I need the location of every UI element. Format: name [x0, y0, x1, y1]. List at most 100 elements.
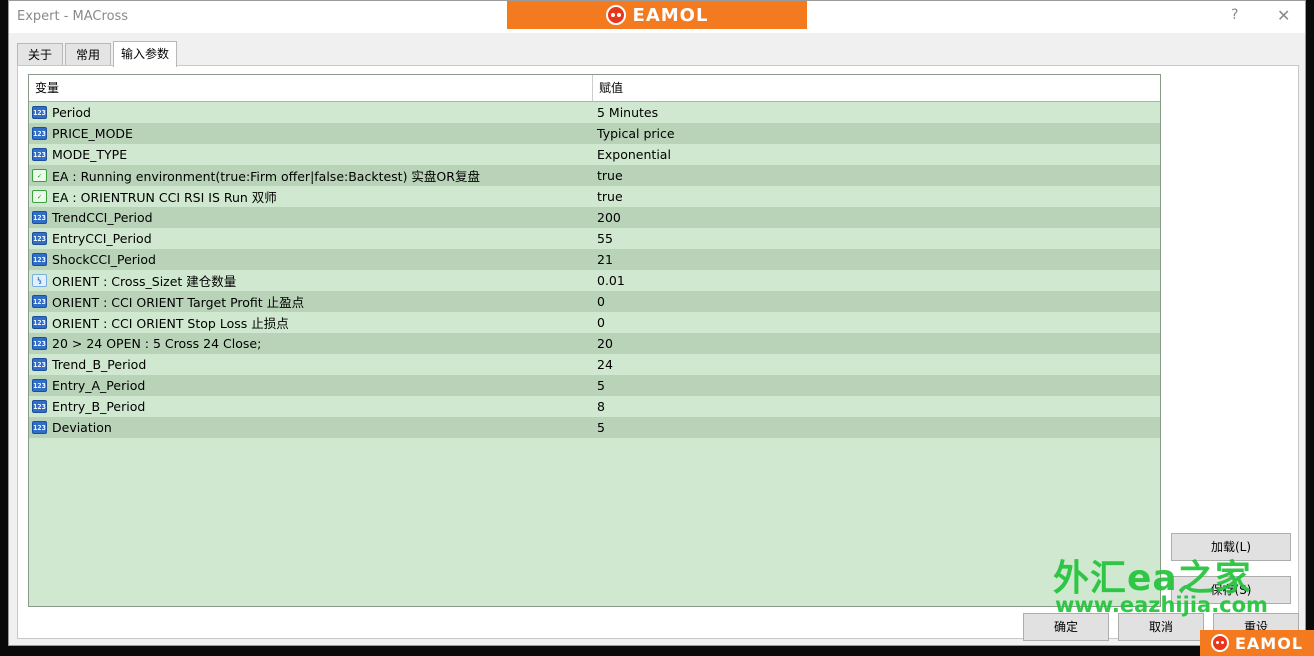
- parameter-row[interactable]: 123 EntryCCI_Period 55: [29, 228, 1160, 249]
- parameter-name-cell: 123 EntryCCI_Period: [29, 231, 593, 246]
- parameter-name-cell: 123 Period: [29, 105, 593, 120]
- parameter-name-cell: 123 Entry_B_Period: [29, 399, 593, 414]
- parameter-value[interactable]: Typical price: [593, 126, 1160, 141]
- parameter-name: ORIENT : Cross_Sizet 建仓数量: [52, 274, 237, 289]
- parameter-name: Deviation: [52, 420, 112, 435]
- double-type-icon: ½: [32, 274, 47, 287]
- parameter-value[interactable]: 0: [593, 315, 1160, 330]
- ok-button[interactable]: 确定: [1023, 613, 1109, 641]
- parameter-name-cell: 123 Deviation: [29, 420, 593, 435]
- int-type-icon: 123: [32, 400, 47, 413]
- parameter-value[interactable]: 55: [593, 231, 1160, 246]
- brand-text: EAMOL: [632, 4, 709, 26]
- parameter-value[interactable]: 20: [593, 336, 1160, 351]
- int-type-icon: 123: [32, 358, 47, 371]
- title-bar: Expert - MACross EAMOL ? ✕: [9, 1, 1305, 33]
- window-title: Expert - MACross: [17, 9, 129, 24]
- parameter-row[interactable]: 123 20 > 24 OPEN : 5 Cross 24 Close; 20: [29, 333, 1160, 354]
- parameter-value[interactable]: 0: [593, 294, 1160, 309]
- parameter-name: Entry_B_Period: [52, 399, 146, 414]
- int-type-icon: 123: [32, 421, 47, 434]
- brand-corner-badge: EAMOL: [1200, 630, 1314, 656]
- parameter-name-cell: ½ ORIENT : Cross_Sizet 建仓数量: [29, 271, 593, 290]
- parameter-name-cell: 123 TrendCCI_Period: [29, 210, 593, 225]
- int-type-icon: 123: [32, 106, 47, 119]
- parameter-value[interactable]: true: [593, 168, 1160, 183]
- parameter-value[interactable]: 200: [593, 210, 1160, 225]
- int-type-icon: 123: [32, 337, 47, 350]
- cancel-button[interactable]: 取消: [1118, 613, 1204, 641]
- parameter-value[interactable]: Exponential: [593, 147, 1160, 162]
- tab-about[interactable]: 关于: [17, 43, 63, 65]
- parameter-value[interactable]: 5 Minutes: [593, 105, 1160, 120]
- parameter-row[interactable]: 123 Period 5 Minutes: [29, 102, 1160, 123]
- close-button[interactable]: ✕: [1277, 6, 1290, 25]
- watermark-url: www.eazhijia.com: [1055, 593, 1268, 617]
- parameter-value[interactable]: 21: [593, 252, 1160, 267]
- int-type-icon: 123: [32, 127, 47, 140]
- parameter-row[interactable]: 123 Deviation 5: [29, 417, 1160, 438]
- eamol-logo-icon: [1210, 634, 1229, 652]
- parameter-row[interactable]: ✓ EA : ORIENTRUN CCI RSI IS Run 双师 true: [29, 186, 1160, 207]
- parameter-value[interactable]: 0.01: [593, 273, 1160, 288]
- parameter-row[interactable]: 123 Trend_B_Period 24: [29, 354, 1160, 375]
- parameter-row[interactable]: 123 ORIENT : CCI ORIENT Stop Loss 止损点 0: [29, 312, 1160, 333]
- grid-rows: 123 Period 5 Minutes 123 PRICE_MODE Typical p…: [29, 102, 1160, 438]
- parameter-name: Period: [52, 105, 91, 120]
- help-button[interactable]: ?: [1231, 7, 1238, 23]
- parameter-name-cell: 123 20 > 24 OPEN : 5 Cross 24 Close;: [29, 336, 593, 351]
- parameter-name: 20 > 24 OPEN : 5 Cross 24 Close;: [52, 336, 262, 351]
- parameter-row[interactable]: 123 Entry_A_Period 5: [29, 375, 1160, 396]
- parameter-name-cell: 123 ORIENT : CCI ORIENT Stop Loss 止损点: [29, 313, 593, 332]
- int-type-icon: 123: [32, 253, 47, 266]
- parameter-name-cell: 123 PRICE_MODE: [29, 126, 593, 141]
- parameter-name: EA : Running environment(true:Firm offer…: [52, 169, 480, 184]
- parameter-name: ORIENT : CCI ORIENT Stop Loss 止损点: [52, 316, 289, 331]
- parameter-name: Entry_A_Period: [52, 378, 146, 393]
- int-type-icon: 123: [32, 232, 47, 245]
- parameter-name-cell: 123 ShockCCI_Period: [29, 252, 593, 267]
- parameter-row[interactable]: ✓ EA : Running environment(true:Firm offe…: [29, 165, 1160, 186]
- parameter-name: ShockCCI_Period: [52, 252, 156, 267]
- parameter-row[interactable]: 123 ShockCCI_Period 21: [29, 249, 1160, 270]
- parameter-name-cell: ✓ EA : Running environment(true:Firm offe…: [29, 166, 593, 185]
- parameter-name-cell: 123 Trend_B_Period: [29, 357, 593, 372]
- tab-inputs[interactable]: 输入参数: [113, 41, 177, 67]
- parameter-value[interactable]: 24: [593, 357, 1160, 372]
- eamol-logo-icon: [605, 5, 626, 25]
- parameter-value[interactable]: 8: [593, 399, 1160, 414]
- bool-type-icon: ✓: [32, 169, 47, 182]
- parameter-row[interactable]: 123 MODE_TYPE Exponential: [29, 144, 1160, 165]
- column-header-value[interactable]: 赋值: [593, 75, 1160, 101]
- tab-common[interactable]: 常用: [65, 43, 111, 65]
- int-type-icon: 123: [32, 379, 47, 392]
- parameter-name-cell: ✓ EA : ORIENTRUN CCI RSI IS Run 双师: [29, 187, 593, 206]
- int-type-icon: 123: [32, 316, 47, 329]
- parameters-grid: 变量 赋值 123 Period 5 Minutes 123 PRICE_MODE Typ…: [28, 74, 1161, 607]
- grid-header: 变量 赋值: [29, 75, 1160, 102]
- parameter-name: EntryCCI_Period: [52, 231, 152, 246]
- column-header-variable[interactable]: 变量: [29, 75, 593, 101]
- parameter-value[interactable]: 5: [593, 378, 1160, 393]
- parameter-name: EA : ORIENTRUN CCI RSI IS Run 双师: [52, 190, 277, 205]
- parameter-name: PRICE_MODE: [52, 126, 133, 141]
- parameter-name-cell: 123 MODE_TYPE: [29, 147, 593, 162]
- parameter-value[interactable]: true: [593, 189, 1160, 204]
- parameter-row[interactable]: 123 PRICE_MODE Typical price: [29, 123, 1160, 144]
- parameter-name: MODE_TYPE: [52, 147, 128, 162]
- parameter-row[interactable]: ½ ORIENT : Cross_Sizet 建仓数量 0.01: [29, 270, 1160, 291]
- int-type-icon: 123: [32, 211, 47, 224]
- parameter-name-cell: 123 ORIENT : CCI ORIENT Target Profit 止盈点: [29, 292, 593, 311]
- parameter-name: TrendCCI_Period: [52, 210, 153, 225]
- brand-banner: EAMOL: [507, 1, 807, 29]
- int-type-icon: 123: [32, 148, 47, 161]
- parameter-row[interactable]: 123 ORIENT : CCI ORIENT Target Profit 止盈点…: [29, 291, 1160, 312]
- parameter-name-cell: 123 Entry_A_Period: [29, 378, 593, 393]
- parameter-name: ORIENT : CCI ORIENT Target Profit 止盈点: [52, 295, 305, 310]
- parameter-row[interactable]: 123 Entry_B_Period 8: [29, 396, 1160, 417]
- int-type-icon: 123: [32, 295, 47, 308]
- expert-properties-dialog: Expert - MACross EAMOL ? ✕ 关于 常用 输入参数 变量…: [8, 0, 1306, 646]
- parameter-value[interactable]: 5: [593, 420, 1160, 435]
- parameter-row[interactable]: 123 TrendCCI_Period 200: [29, 207, 1160, 228]
- brand-corner-text: EAMOL: [1234, 633, 1304, 653]
